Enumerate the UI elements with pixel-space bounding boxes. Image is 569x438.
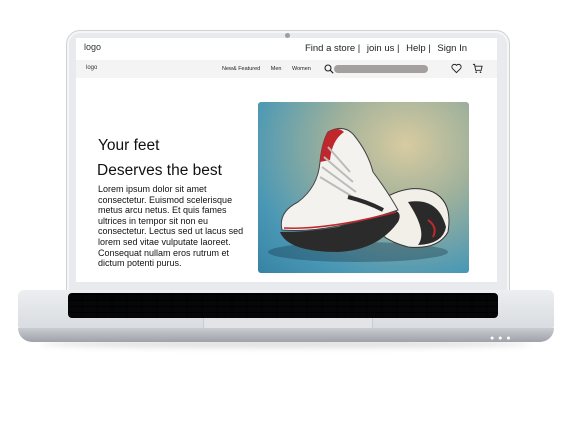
indicator-lights-icon: ● ● ● — [490, 335, 512, 342]
top-logo[interactable]: logo — [84, 42, 101, 52]
sneaker-image — [258, 102, 469, 273]
nav-bar: logo New& Featured Men Women — [76, 60, 497, 78]
nav-logo[interactable]: logo — [86, 65, 97, 71]
keyboard — [68, 293, 498, 318]
hero-title: Your feet — [98, 137, 160, 154]
nav-new-featured[interactable]: New& Featured — [222, 66, 260, 72]
top-links: Find a store | join us | Help | Sign In — [301, 43, 467, 54]
sign-in-link[interactable]: Sign In — [437, 43, 467, 54]
heart-icon[interactable] — [451, 63, 462, 74]
laptop-screen: logo Find a store | join us | Help | Sig… — [76, 38, 497, 282]
top-bar: logo Find a store | join us | Help | Sig… — [76, 38, 497, 60]
hero-subtitle: Deserves the best — [97, 162, 222, 179]
laptop-base-front — [18, 328, 554, 342]
nav-women[interactable]: Women — [292, 66, 311, 72]
nav-men[interactable]: Men — [271, 66, 282, 72]
help-link[interactable]: Help | — [406, 43, 431, 54]
search-icon[interactable] — [324, 64, 334, 74]
hero-body-text: Lorem ipsum dolor sit amet consectetur. … — [98, 184, 244, 269]
search-input[interactable] — [334, 65, 428, 73]
join-us-link[interactable]: join us | — [367, 43, 400, 54]
nav-links: New& Featured Men Women — [222, 66, 320, 72]
find-store-link[interactable]: Find a store | — [305, 43, 360, 54]
sneaker-illustration — [268, 128, 450, 262]
cart-icon[interactable] — [472, 63, 483, 74]
